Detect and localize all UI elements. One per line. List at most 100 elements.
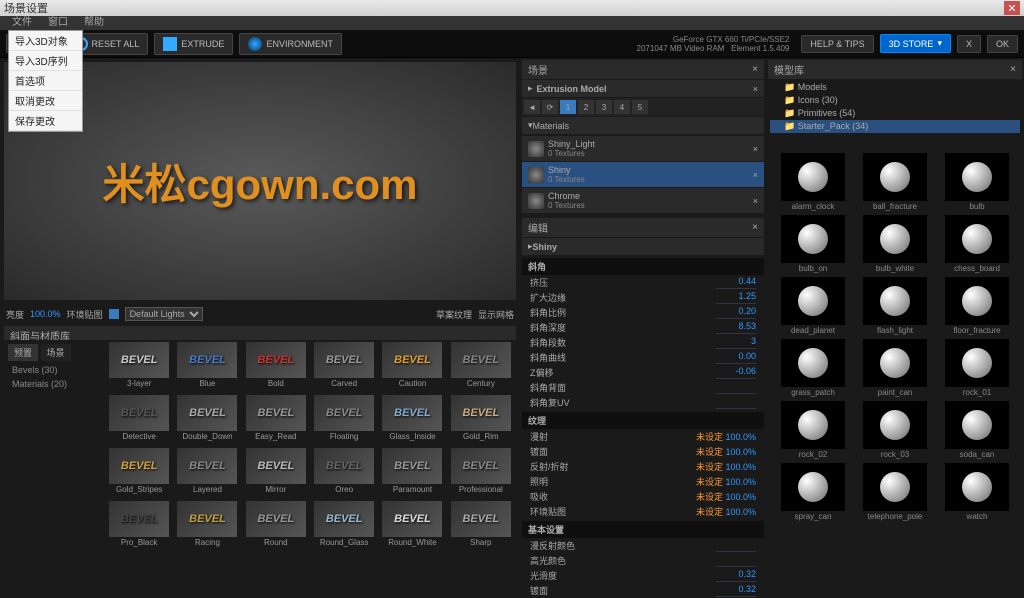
param-value[interactable]: 0.20 <box>716 306 756 319</box>
param-value[interactable] <box>716 381 756 394</box>
model-tree-item[interactable]: 📁 Models <box>770 81 1020 94</box>
preset-item[interactable]: BEVEL Glass_Inside <box>379 395 445 446</box>
model-item[interactable]: rock_02 <box>774 401 852 459</box>
model-item[interactable]: dead_planet <box>774 277 852 335</box>
param-value[interactable]: 8.53 <box>716 321 756 334</box>
unset-label[interactable]: 未设定 <box>696 477 723 487</box>
model-item[interactable]: rock_01 <box>938 339 1016 397</box>
menu-import-seq[interactable]: 导入3D序列 <box>9 51 82 71</box>
param-value[interactable]: 100.0% <box>725 447 756 457</box>
close-icon[interactable]: × <box>753 196 758 206</box>
preset-item[interactable]: BEVEL 3-layer <box>106 342 172 393</box>
preset-item[interactable]: BEVEL Mirror <box>243 448 309 499</box>
param-value[interactable]: 0.32 <box>716 569 756 582</box>
preset-item[interactable]: BEVEL Round_White <box>379 501 445 552</box>
close-icon[interactable]: × <box>1010 64 1016 75</box>
model-tree-item[interactable]: 📁 Primitives (54) <box>770 107 1020 120</box>
param-value[interactable]: 100.0% <box>725 492 756 502</box>
3d-store-button[interactable]: 3D STORE▾ <box>880 34 951 53</box>
param-value[interactable]: 3 <box>716 336 756 349</box>
preset-item[interactable]: BEVEL Century <box>448 342 514 393</box>
param-value[interactable]: 100.0% <box>725 462 756 472</box>
close-icon[interactable]: × <box>752 64 758 75</box>
show-grid-toggle[interactable]: 显示网格 <box>478 308 514 321</box>
preset-item[interactable]: BEVEL Floating <box>311 395 377 446</box>
preset-item[interactable]: BEVEL Easy_Read <box>243 395 309 446</box>
preset-item[interactable]: BEVEL Round <box>243 501 309 552</box>
tab-scene[interactable]: 场景 <box>41 344 71 361</box>
model-item[interactable]: rock_03 <box>856 401 934 459</box>
model-item[interactable]: spray_can <box>774 463 852 521</box>
preset-item[interactable]: BEVEL Racing <box>174 501 240 552</box>
preset-item[interactable]: BEVEL Round_Glass <box>311 501 377 552</box>
preset-item[interactable]: BEVEL Layered <box>174 448 240 499</box>
model-item[interactable]: flash_light <box>856 277 934 335</box>
param-value[interactable]: 100.0% <box>725 477 756 487</box>
param-value[interactable] <box>716 396 756 409</box>
menu-save[interactable]: 保存更改 <box>9 111 82 131</box>
view-2[interactable]: 2 <box>578 100 594 114</box>
tab-presets[interactable]: 预置 <box>8 344 38 361</box>
extrusion-model-row[interactable]: ▸Extrusion Model× <box>522 80 764 97</box>
menu-file[interactable]: 文件 <box>4 16 40 30</box>
preset-item[interactable]: BEVEL Double_Down <box>174 395 240 446</box>
unset-label[interactable]: 未设定 <box>696 462 723 472</box>
preset-item[interactable]: BEVEL Pro_Black <box>106 501 172 552</box>
preset-item[interactable]: BEVEL Detective <box>106 395 172 446</box>
ok-button[interactable]: OK <box>987 35 1018 53</box>
view-solo-icon[interactable]: ◄ <box>524 100 540 114</box>
preset-item[interactable]: BEVEL Bold <box>243 342 309 393</box>
materials-header[interactable]: ▾ Materials <box>522 117 764 134</box>
model-item[interactable]: telephone_pole <box>856 463 934 521</box>
model-item[interactable]: bulb <box>938 153 1016 211</box>
model-tree-item[interactable]: 📁 Icons (30) <box>770 94 1020 107</box>
model-item[interactable]: bulb_on <box>774 215 852 273</box>
preset-item[interactable]: BEVEL Professional <box>448 448 514 499</box>
view-cycle-icon[interactable]: ⟳ <box>542 100 558 114</box>
param-value[interactable]: 100.0% <box>725 432 756 442</box>
close-icon[interactable]: ✕ <box>1004 1 1020 15</box>
tree-bevels[interactable]: Bevels (30) <box>8 363 100 377</box>
menu-window[interactable]: 窗口 <box>40 16 76 30</box>
model-item[interactable]: grass_patch <box>774 339 852 397</box>
param-value[interactable]: -0.06 <box>716 366 756 379</box>
menu-import-3d[interactable]: 导入3D对象 <box>9 31 82 51</box>
brightness-value[interactable]: 100.0% <box>30 309 61 319</box>
close-icon[interactable]: × <box>753 170 758 180</box>
preset-item[interactable]: BEVEL Carved <box>311 342 377 393</box>
environment-button[interactable]: ENVIRONMENT <box>239 33 342 55</box>
extrude-button[interactable]: EXTRUDE <box>154 33 233 55</box>
model-item[interactable]: bulb_white <box>856 215 934 273</box>
tree-materials[interactable]: Materials (20) <box>8 377 100 391</box>
x-button[interactable]: X <box>957 35 981 53</box>
param-value[interactable]: 1.25 <box>716 291 756 304</box>
draft-texture-toggle[interactable]: 草案纹理 <box>436 308 472 321</box>
view-3[interactable]: 3 <box>596 100 612 114</box>
material-row[interactable]: Shiny_Light0 Textures × <box>522 136 764 161</box>
preset-item[interactable]: BEVEL Blue <box>174 342 240 393</box>
close-icon[interactable]: × <box>753 84 758 94</box>
menu-preferences[interactable]: 首选项 <box>9 71 82 91</box>
unset-label[interactable]: 未设定 <box>696 432 723 442</box>
model-item[interactable]: ball_fracture <box>856 153 934 211</box>
param-value[interactable]: 0.32 <box>716 584 756 597</box>
material-row[interactable]: Chrome0 Textures × <box>522 188 764 213</box>
unset-label[interactable]: 未设定 <box>696 447 723 457</box>
unset-label[interactable]: 未设定 <box>696 492 723 502</box>
help-tips-button[interactable]: HELP & TIPS <box>801 35 873 53</box>
menu-cancel[interactable]: 取消更改 <box>9 91 82 111</box>
view-5[interactable]: 5 <box>632 100 648 114</box>
preset-item[interactable]: BEVEL Oreo <box>311 448 377 499</box>
param-value[interactable] <box>716 539 756 552</box>
model-item[interactable]: floor_fracture <box>938 277 1016 335</box>
model-item[interactable]: watch <box>938 463 1016 521</box>
material-row[interactable]: Shiny0 Textures × <box>522 162 764 187</box>
preset-item[interactable]: BEVEL Gold_Stripes <box>106 448 172 499</box>
preset-item[interactable]: BEVEL Gold_Rim <box>448 395 514 446</box>
param-value[interactable]: 0.00 <box>716 351 756 364</box>
unset-label[interactable]: 未设定 <box>696 507 723 517</box>
model-item[interactable]: paint_can <box>856 339 934 397</box>
param-value[interactable]: 100.0% <box>725 507 756 517</box>
model-item[interactable]: soda_can <box>938 401 1016 459</box>
close-icon[interactable]: × <box>752 222 758 233</box>
